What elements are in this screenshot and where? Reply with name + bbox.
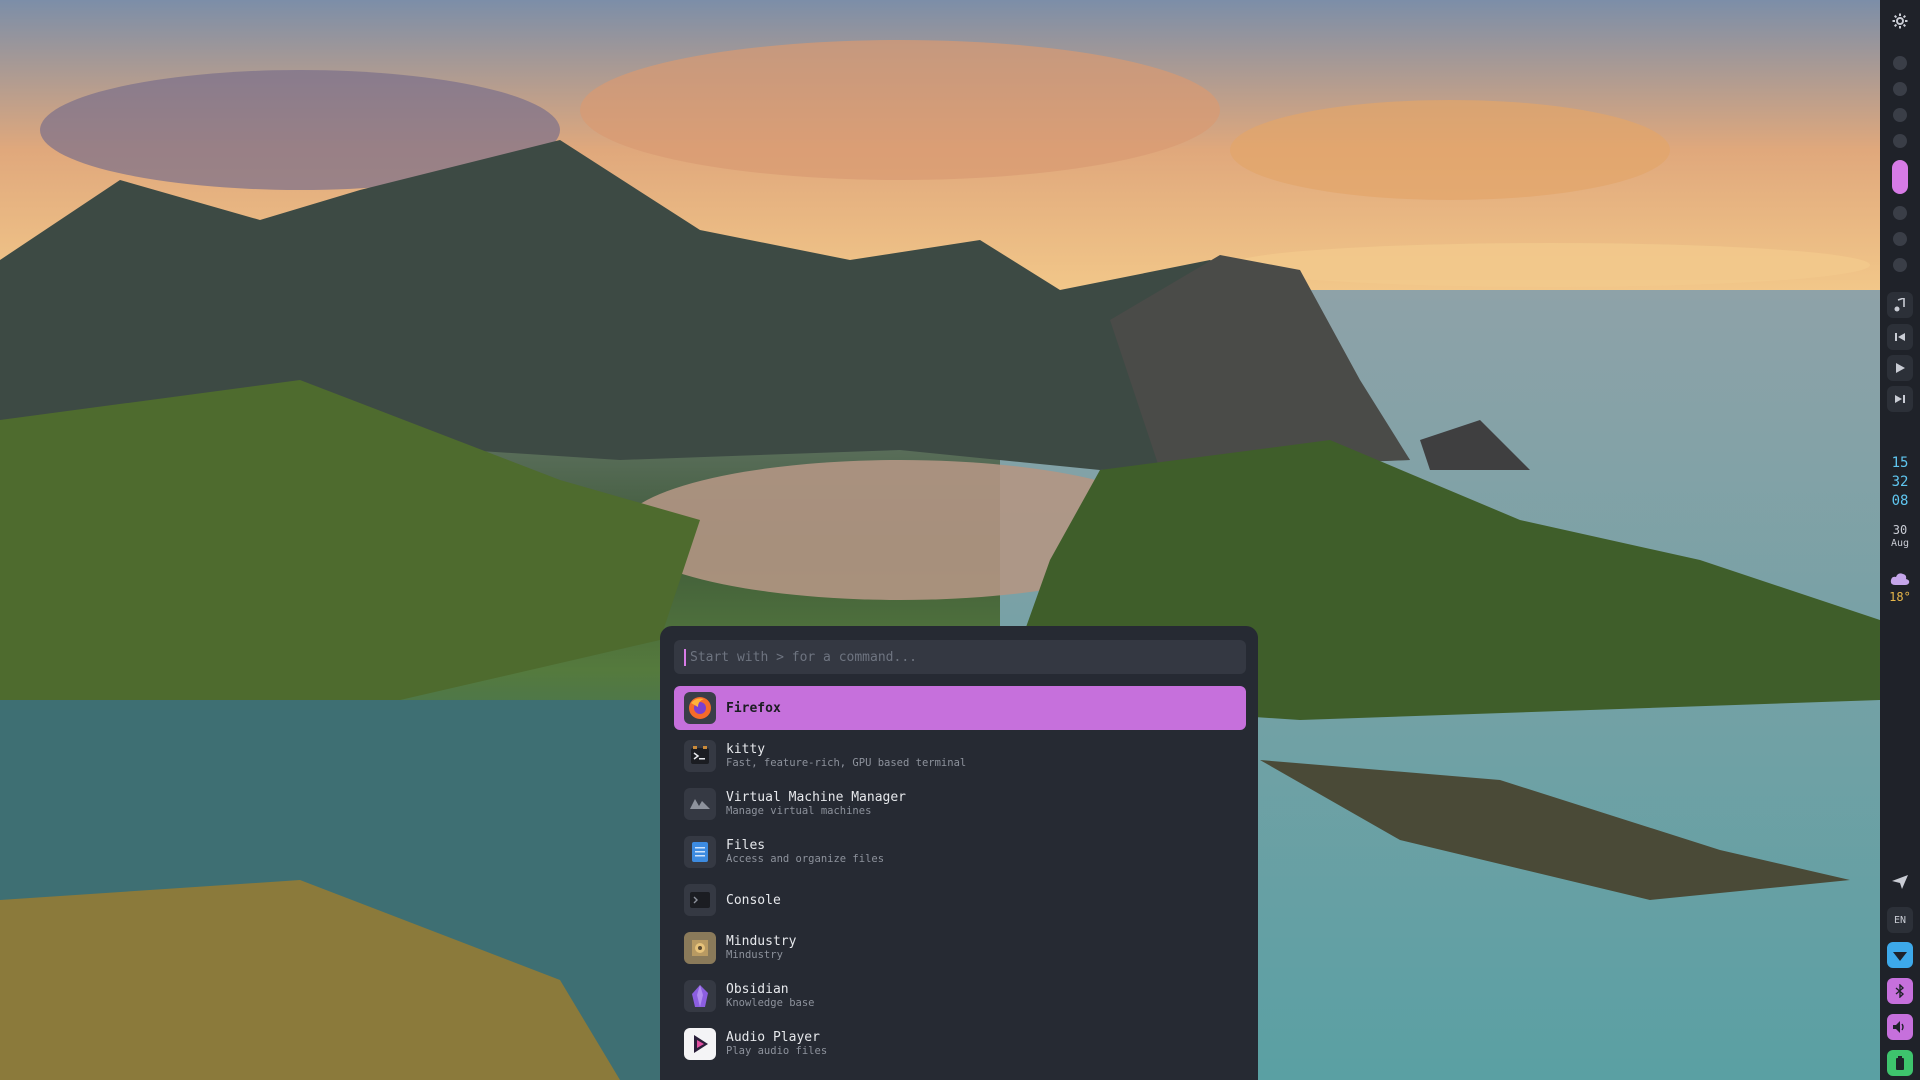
next-track-icon[interactable] [1887, 386, 1913, 412]
workspace-7[interactable] [1893, 232, 1907, 246]
workspace-6[interactable] [1893, 206, 1907, 220]
search-input[interactable] [684, 648, 1236, 666]
obsidian-icon [684, 980, 716, 1012]
app-name: Console [726, 892, 781, 908]
app-item-firefox[interactable]: Firefox [674, 686, 1246, 730]
right-panel: 15 32 08 30 Aug 18° EN [1880, 0, 1920, 1080]
volume-icon[interactable] [1887, 1014, 1913, 1040]
language-label: EN [1893, 914, 1907, 926]
app-name: Mindustry [726, 934, 797, 949]
mindustry-icon [684, 932, 716, 964]
app-item-mindustry[interactable]: Mindustry Mindustry [674, 926, 1246, 970]
app-name: kitty [726, 742, 766, 757]
app-description: Access and organize files [726, 853, 885, 865]
app-name: Virtual Machine Manager [726, 790, 907, 805]
vm-manager-icon [684, 788, 716, 820]
date: 30 Aug [1891, 523, 1909, 551]
audio-player-icon [684, 1028, 716, 1060]
app-description: Manage virtual machines [726, 805, 872, 817]
app-item-kitty[interactable]: kitty Fast, feature-rich, GPU based term… [674, 734, 1246, 778]
app-description: Mindustry [726, 949, 783, 961]
keyboard-language-button[interactable]: EN [1887, 907, 1913, 933]
app-name: Obsidian [726, 982, 789, 997]
date-day: 30 [1892, 523, 1908, 537]
workspace-2[interactable] [1893, 82, 1907, 96]
wifi-icon[interactable] [1887, 942, 1913, 968]
previous-track-icon[interactable] [1887, 324, 1913, 350]
workspace-8[interactable] [1893, 258, 1907, 272]
files-icon [684, 836, 716, 868]
weather-temperature: 18° [1889, 590, 1911, 604]
app-name: Files [726, 838, 766, 853]
battery-icon[interactable] [1887, 1050, 1913, 1076]
clock: 15 32 08 [1892, 454, 1909, 511]
clock-second: 08 [1891, 493, 1909, 509]
app-description: Fast, feature-rich, GPU based terminal [726, 757, 967, 769]
clock-minute: 32 [1891, 474, 1909, 490]
app-description: Knowledge base [726, 997, 815, 1009]
workspace-5-active[interactable] [1892, 160, 1908, 194]
workspace-1[interactable] [1893, 56, 1907, 70]
app-item-obsidian[interactable]: Obsidian Knowledge base [674, 974, 1246, 1018]
app-name: Audio Player [726, 1030, 820, 1045]
date-month: Aug [1890, 538, 1910, 549]
app-description: Play audio files [726, 1045, 828, 1057]
firefox-icon [684, 692, 716, 724]
app-item-audio-player[interactable]: Audio Player Play audio files [674, 1022, 1246, 1066]
cloud-icon [1890, 571, 1910, 590]
gear-icon[interactable] [1887, 8, 1913, 34]
app-item-virtual-machine-manager[interactable]: Virtual Machine Manager Manage virtual m… [674, 782, 1246, 826]
play-icon[interactable] [1887, 355, 1913, 381]
workspace-4[interactable] [1893, 134, 1907, 148]
send-icon[interactable] [1887, 869, 1913, 895]
app-launcher: Firefox kitty Fast, feature-rich, GPU ba… [660, 626, 1258, 1080]
bluetooth-icon[interactable] [1887, 978, 1913, 1004]
console-icon [684, 884, 716, 916]
music-note-icon[interactable] [1887, 292, 1913, 318]
app-item-console[interactable]: Console [674, 878, 1246, 922]
terminal-icon [684, 740, 716, 772]
search-box [674, 640, 1246, 674]
app-name: Firefox [726, 700, 781, 716]
app-item-files[interactable]: Files Access and organize files [674, 830, 1246, 874]
workspace-3[interactable] [1893, 108, 1907, 122]
clock-hour: 15 [1891, 455, 1909, 471]
